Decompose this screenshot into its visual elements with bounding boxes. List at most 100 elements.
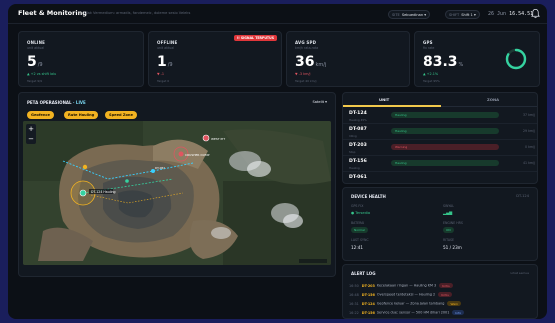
device-health-unit: DT-124	[516, 194, 529, 198]
unit-row[interactable]: DT-156 Hauling Hauling 41 km/j	[343, 156, 537, 172]
kpi-value: 5/9	[27, 54, 43, 70]
gps-ring-gauge	[505, 48, 527, 70]
alert-text: Overspeed terdeteksi — Hauling 2	[376, 292, 436, 297]
kpi-note: Target 9/9	[27, 79, 43, 83]
site-key: SITE	[392, 12, 400, 17]
unit-id: DT-203	[349, 143, 367, 148]
kpi-note: Target 0	[157, 79, 170, 83]
unit-sub: Hauling 45%	[349, 118, 367, 122]
alert-log-panel: ALERT LOG Lihat semua 16:50 DT-203 Kecelak…	[342, 264, 538, 319]
chip-hauling-route[interactable]: Rute Hauling	[64, 111, 99, 119]
chip-geofence[interactable]: Geofence	[27, 111, 54, 119]
alert-time: 16:50	[349, 283, 359, 288]
kpi-trend: ▼ -1	[157, 72, 165, 76]
kpi-trend: ▲ +2 vs shift lalu	[27, 72, 57, 76]
unit-id: DT-061	[349, 175, 367, 180]
clock: 26 Jun 16.54.51	[488, 11, 533, 17]
unit-status-pill: Hauling	[391, 160, 499, 166]
kpi-unit: %	[458, 62, 464, 68]
unit-speed: 29 km/j	[523, 129, 535, 133]
alert-level: Info	[452, 310, 465, 315]
alert-unit: DT-203	[361, 283, 375, 288]
unit-row[interactable]: DT-061	[343, 172, 537, 183]
kpi-sub: km/h rata-rata	[295, 46, 319, 50]
kpi-note: Target 95%	[423, 79, 440, 83]
kpi-label: ONLINE	[27, 40, 46, 45]
signal-bars-icon: ▂▄▆	[443, 210, 453, 215]
kpi-number: 5	[27, 54, 37, 70]
kpi-card-gps: GPS fix rate 83.3% ▲ +2.1% Target 95%	[414, 31, 540, 87]
alert-text: Service due: sensor — 500 HM dihari 2001	[376, 310, 450, 315]
kpi-label: GPS	[423, 40, 433, 45]
site-value: Sebuedinan	[401, 12, 424, 17]
alert-item[interactable]: 16:31 DT-124 Geofence keluar — Zona Jalan …	[349, 301, 462, 306]
unit-id: DT-156	[349, 159, 367, 164]
alert-log-title: ALERT LOG	[351, 271, 376, 276]
kpi-card-offline: !! SIGNAL TERPUTUS OFFLINE unit aktual 1…	[148, 31, 282, 87]
shift-selector[interactable]: SHIFT Shift 1 ▾	[445, 10, 480, 19]
shift-key: SHIFT	[449, 12, 460, 17]
alert-level: Kritis	[439, 283, 453, 288]
kpi-number: 83.3	[423, 54, 458, 70]
alert-text: Geofence keluar — Zona Jalan tambang	[376, 301, 445, 306]
field-value: 51 / 23m	[443, 245, 462, 250]
map-label-crusher: CRUSHER DUMP	[185, 153, 210, 157]
unit-status-pill: Hauling	[391, 128, 499, 134]
zoom-out-button[interactable]: −	[26, 134, 36, 144]
alert-unit: DT-124	[361, 301, 375, 306]
tab-zona[interactable]: ZONA	[487, 97, 499, 102]
map-label-unit: DT-124 Hauling	[91, 190, 116, 194]
unit-panel: UNIT ZONA DT-124 Hauling 45% Hauling 37 …	[342, 92, 538, 184]
kpi-note: Target 40 km/j	[295, 79, 317, 83]
kpi-number: 1	[157, 54, 167, 70]
kpi-sub: unit aktual	[157, 46, 175, 50]
satellite-map[interactable]: DT-124 Hauling WEST PIT CRUSHER DUMP DT-…	[23, 121, 331, 265]
app-window: Fleet & Monitoring Ulak Vermedium: armad…	[8, 4, 547, 319]
map-layer-select[interactable]: Satelit ▾	[313, 100, 327, 104]
kpi-unit: /9	[37, 62, 43, 68]
bell-icon[interactable]	[530, 8, 541, 19]
tab-unit[interactable]: UNIT	[379, 97, 389, 102]
alert-level: Warn	[447, 301, 462, 306]
unit-row[interactable]: DT-087 Idling Hauling 29 km/j	[343, 124, 537, 140]
active-tab-indicator	[343, 105, 441, 107]
alert-time: 16:31	[349, 301, 359, 306]
app-title: Fleet & Monitoring	[18, 9, 87, 17]
view-all-link[interactable]: Lihat semua	[511, 271, 529, 275]
chip-speed-zone[interactable]: Speed Zone	[105, 111, 137, 119]
unit-sub: Idling	[349, 134, 357, 138]
unit-row[interactable]: DT-124 Hauling 45% Hauling 37 km/j	[343, 108, 537, 124]
kpi-value: 1/9	[157, 54, 173, 70]
map-imagery: DT-124 Hauling WEST PIT CRUSHER DUMP DT-…	[23, 121, 331, 265]
clock-date: 26 Jun	[488, 11, 507, 17]
field-value: 12:41	[351, 245, 364, 250]
kpi-value: 36km/j	[295, 54, 326, 70]
unit-tabs: UNIT ZONA	[343, 93, 537, 107]
zoom-in-button[interactable]: +	[26, 124, 36, 134]
kpi-trend: ▼ -3 km/j	[295, 72, 311, 76]
field-key: BATERAI	[351, 221, 365, 225]
alert-item[interactable]: 16:48 DT-156 Overspeed terdeteksi — Haulin…	[349, 292, 452, 297]
kpi-label: AVG SPD	[295, 40, 317, 45]
unit-status-pill: Hauling	[391, 112, 499, 118]
map-label-dt087: DT-087	[155, 166, 165, 170]
unit-status-pill: Warning	[391, 144, 499, 150]
unit-id: DT-087	[349, 127, 367, 132]
site-selector[interactable]: SITE Sebuedinan ▾	[388, 10, 431, 19]
alert-unit: DT-156	[361, 310, 375, 315]
alert-unit: DT-156	[361, 292, 375, 297]
device-health-panel: DEVICE HEALTH DT-124 GPS FIX ● Tersedia …	[342, 187, 538, 261]
unit-sub: Hauling	[349, 166, 360, 170]
kpi-sub: unit aktual	[27, 46, 45, 50]
kpi-value: 83.3%	[423, 54, 463, 70]
kpi-card-online: ONLINE unit aktual 5/9 ▲ +2 vs shift lal…	[18, 31, 144, 87]
alert-item[interactable]: 16:22 DT-156 Service due: sensor — 500 HM …	[349, 310, 465, 315]
unit-speed: 37 km/j	[523, 113, 535, 117]
field-value: ON	[443, 227, 454, 233]
app-subtitle: Ulak Vermedium: armadis, fandemeic, dole…	[84, 11, 191, 15]
unit-row[interactable]: DT-203 Stop Warning 0 km/j	[343, 140, 537, 156]
alert-item[interactable]: 16:50 DT-203 Kecelakaan ringan — Hauling K…	[349, 283, 453, 288]
shift-value: Shift 1	[461, 12, 473, 17]
alert-text: Kecelakaan ringan — Hauling KM 3	[376, 283, 437, 288]
unit-sub: Stop	[349, 150, 356, 154]
